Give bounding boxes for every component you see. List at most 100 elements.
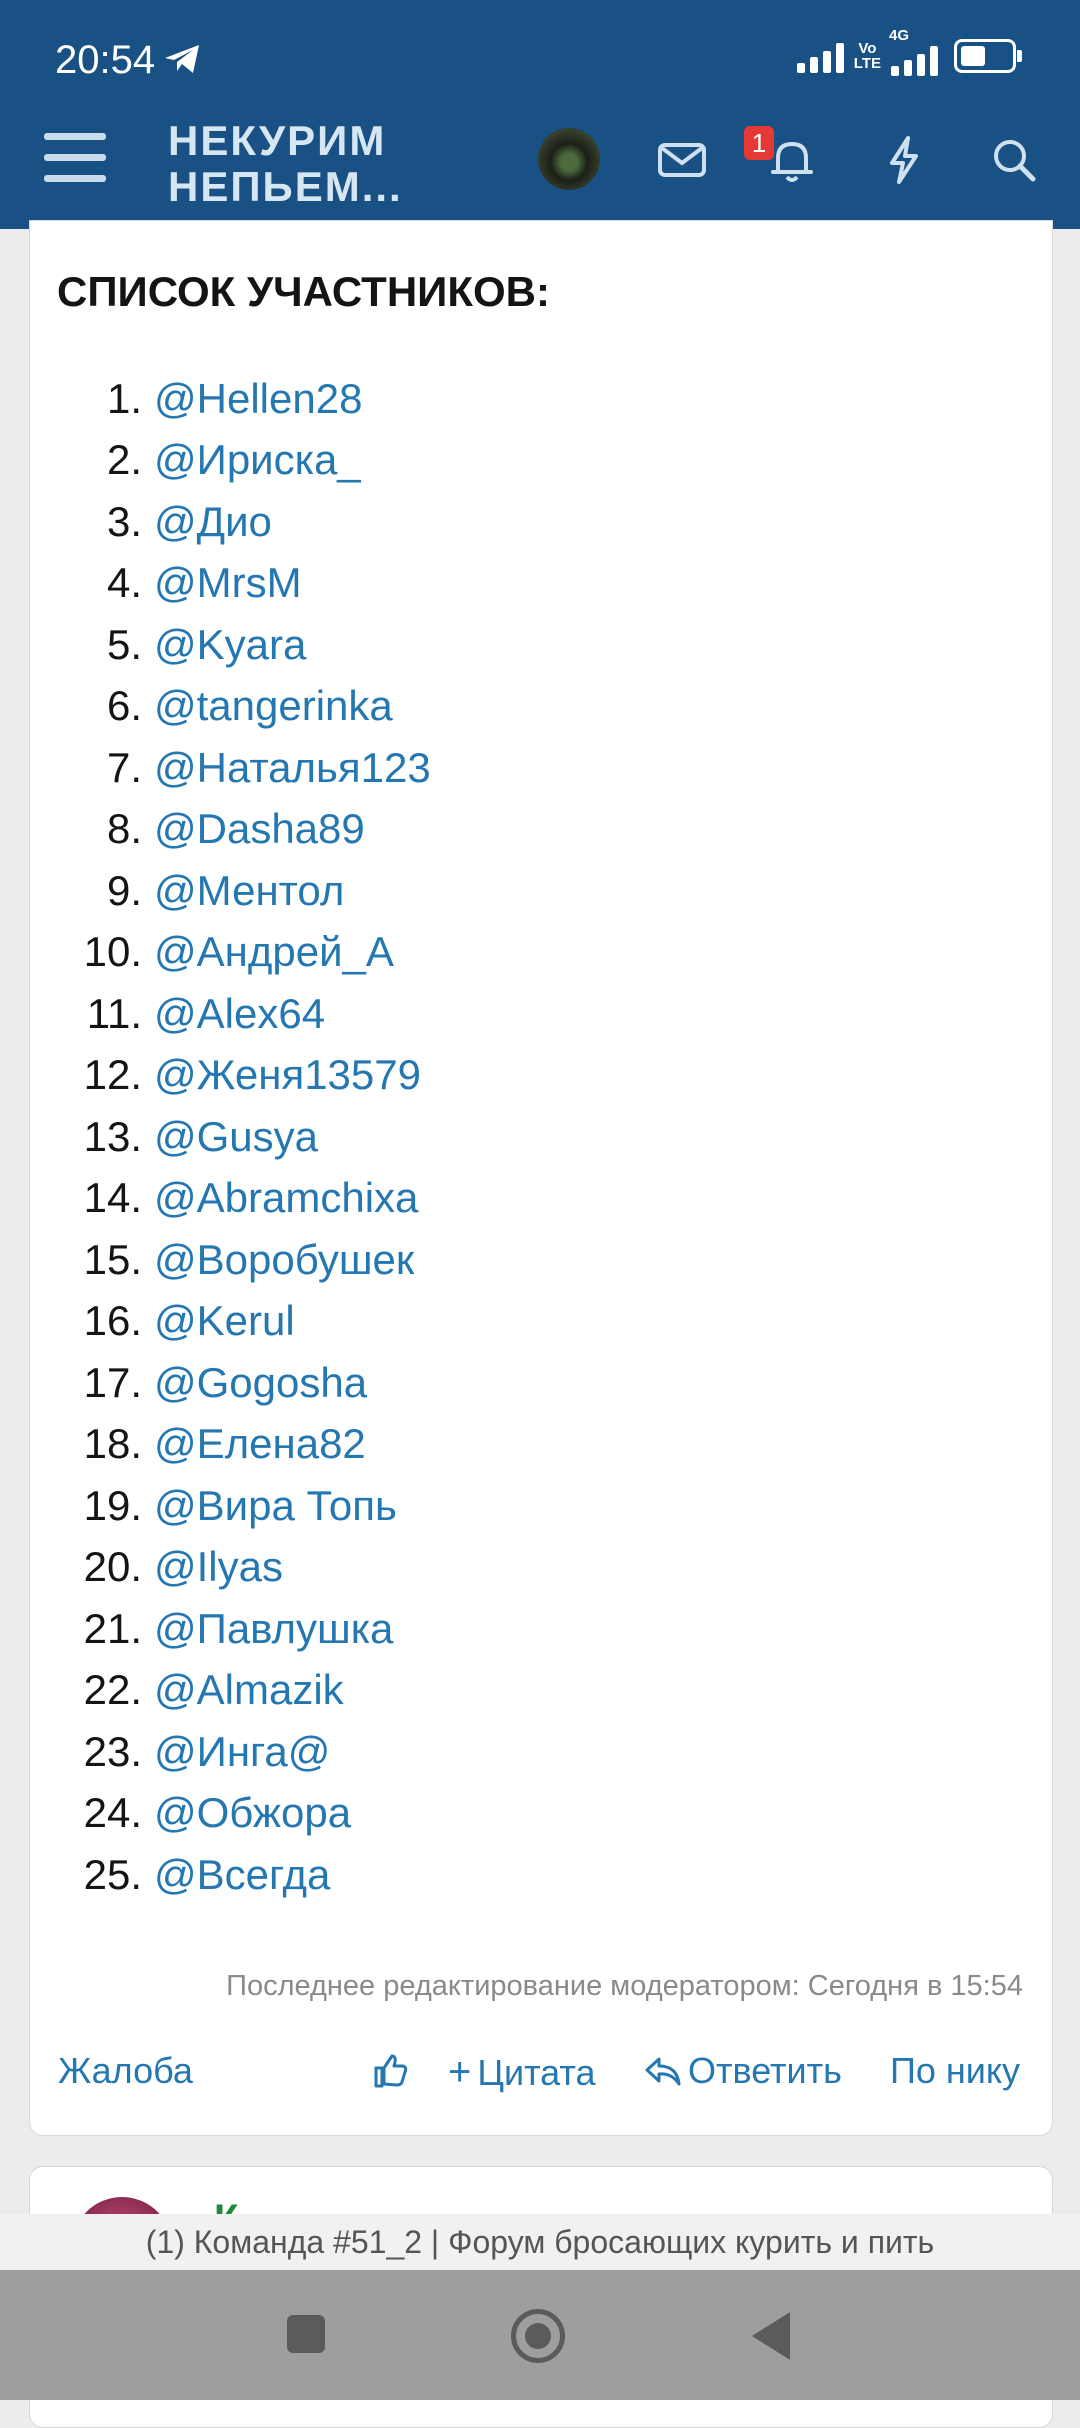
participant-number: 19. [83, 1481, 142, 1529]
participant-number: 2. [106, 436, 142, 484]
participant-row: 5. @Kyara [0, 614, 1080, 676]
site-logo[interactable]: НЕКУРИМ НЕПЬЕМ... [168, 118, 403, 210]
nav-bar: НЕКУРИМ НЕПЬЕМ... 1 [0, 110, 1080, 229]
search-icon[interactable] [986, 132, 1042, 188]
participant-row: 21. @Павлушка [0, 1598, 1080, 1660]
participant-number: 5. [106, 620, 142, 668]
status-bar: 20:54 Vo LTE 4G [0, 0, 1080, 110]
mail-icon[interactable] [654, 132, 710, 188]
participant-row: 16. @Kerul [0, 1291, 1080, 1353]
participant-mention-link[interactable]: @Инга@ [154, 1728, 330, 1776]
participant-mention-link[interactable]: @Елена82 [154, 1420, 366, 1468]
like-button[interactable] [370, 2050, 410, 2090]
participant-mention-link[interactable]: @Наталья123 [154, 744, 431, 792]
participant-row: 8. @Dasha89 [0, 799, 1080, 861]
signal-icon [796, 39, 844, 73]
participant-row: 18. @Елена82 [0, 1414, 1080, 1476]
recent-apps-icon[interactable] [287, 2315, 325, 2353]
participant-number: 25. [83, 1850, 142, 1898]
participant-number: 12. [83, 1051, 142, 1099]
participants-list: 1. @Hellen28 2. @Ириска_ 3. @Дио 4. @MrsM 5. @Kya… [0, 368, 1080, 1906]
edited-note: Последнее редактирование модератором: Се… [226, 1970, 1023, 2002]
menu-icon[interactable] [44, 133, 106, 191]
participant-row: 25. @Всегда [0, 1844, 1080, 1906]
quote-button[interactable]: + Цитата [448, 2050, 596, 2095]
participant-row: 15. @Воробушек [0, 1229, 1080, 1291]
participant-row: 2. @Ириска_ [0, 430, 1080, 492]
participant-mention-link[interactable]: @Ilyas [154, 1543, 283, 1591]
participant-number: 3. [106, 497, 142, 545]
participant-mention-link[interactable]: @Павлушка [154, 1605, 393, 1653]
participant-number: 15. [83, 1235, 142, 1283]
plus-icon: + [448, 2050, 472, 2094]
participant-number: 23. [83, 1727, 142, 1775]
participant-row: 9. @Ментол [0, 860, 1080, 922]
participant-mention-link[interactable]: @tangerinka [154, 682, 393, 730]
participant-number: 22. [83, 1666, 142, 1714]
participant-row: 23. @Инга@ [0, 1721, 1080, 1783]
participant-row: 10. @Андрей_А [0, 922, 1080, 984]
participant-row: 6. @tangerinka [0, 676, 1080, 738]
participant-mention-link[interactable]: @Ментол [154, 867, 344, 915]
participant-number: 24. [83, 1789, 142, 1837]
participant-number: 17. [83, 1358, 142, 1406]
participant-row: 1. @Hellen28 [0, 368, 1080, 430]
browser-title-bar: (1) Команда #51_2 | Форум бросающих кури… [0, 2214, 1080, 2270]
participant-number: 7. [106, 743, 142, 791]
home-icon[interactable] [511, 2309, 565, 2363]
participant-number: 18. [83, 1420, 142, 1468]
participant-mention-link[interactable]: @Dasha89 [154, 805, 365, 853]
participant-mention-link[interactable]: @Всегда [154, 1851, 330, 1899]
participant-row: 3. @Дио [0, 491, 1080, 553]
participant-mention-link[interactable]: @Abramchixa [154, 1174, 418, 1222]
signal-4g-icon: 4G [889, 28, 938, 76]
system-nav-bar [0, 2270, 1080, 2400]
volte-indicator: Vo LTE [853, 40, 881, 72]
participant-row: 20. @Ilyas [0, 1537, 1080, 1599]
participant-number: 1. [106, 374, 142, 422]
participant-mention-link[interactable]: @Gusya [154, 1113, 318, 1161]
participant-number: 20. [83, 1543, 142, 1591]
participant-row: 14. @Abramchixa [0, 1168, 1080, 1230]
participant-mention-link[interactable]: @Женя13579 [154, 1051, 421, 1099]
participant-row: 24. @Обжора [0, 1783, 1080, 1845]
back-icon[interactable] [752, 2312, 790, 2360]
participant-mention-link[interactable]: @Kerul [154, 1297, 295, 1345]
reply-button[interactable]: Ответить [644, 2050, 842, 2092]
participant-mention-link[interactable]: @Kyara [154, 621, 306, 669]
participant-mention-link[interactable]: @Ириска_ [154, 436, 361, 484]
participant-row: 11. @Alex64 [0, 983, 1080, 1045]
participant-row: 13. @Gusya [0, 1106, 1080, 1168]
participant-number: 11. [86, 989, 142, 1037]
reply-icon [645, 2057, 681, 2086]
participant-mention-link[interactable]: @MrsM [154, 559, 302, 607]
post-actions: Жалоба + Цитата Ответить По нику [0, 2050, 1080, 2096]
participant-mention-link[interactable]: @Gogosha [154, 1359, 367, 1407]
participant-row: 4. @MrsM [0, 553, 1080, 615]
participant-number: 6. [106, 682, 142, 730]
participant-number: 21. [83, 1604, 142, 1652]
participant-row: 22. @Almazik [0, 1660, 1080, 1722]
participant-mention-link[interactable]: @Almazik [154, 1666, 344, 1714]
participant-mention-link[interactable]: @Alex64 [154, 990, 325, 1038]
participant-mention-link[interactable]: @Андрей_А [154, 928, 394, 976]
participant-number: 10. [83, 928, 142, 976]
thumbs-up-icon [374, 2054, 408, 2088]
participant-mention-link[interactable]: @Hellen28 [154, 375, 362, 423]
participant-row: 19. @Вира Топь [0, 1475, 1080, 1537]
lightning-icon[interactable] [876, 132, 932, 188]
user-avatar[interactable] [538, 128, 600, 190]
participant-row: 7. @Наталья123 [0, 737, 1080, 799]
participant-number: 4. [106, 559, 142, 607]
report-link[interactable]: Жалоба [58, 2050, 193, 2092]
participant-mention-link[interactable]: @Вира Топь [154, 1482, 397, 1530]
by-nick-button[interactable]: По нику [890, 2050, 1020, 2092]
participant-mention-link[interactable]: @Обжора [154, 1789, 351, 1837]
battery-icon [954, 39, 1022, 73]
participant-number: 16. [83, 1297, 142, 1345]
participant-mention-link[interactable]: @Воробушек [154, 1236, 414, 1284]
notification-badge: 1 [744, 126, 774, 160]
participant-mention-link[interactable]: @Дио [154, 498, 272, 546]
participant-number: 9. [106, 866, 142, 914]
app-header: 20:54 Vo LTE 4G НЕКУРИМ НЕПЬЕМ... 1 [0, 0, 1080, 229]
